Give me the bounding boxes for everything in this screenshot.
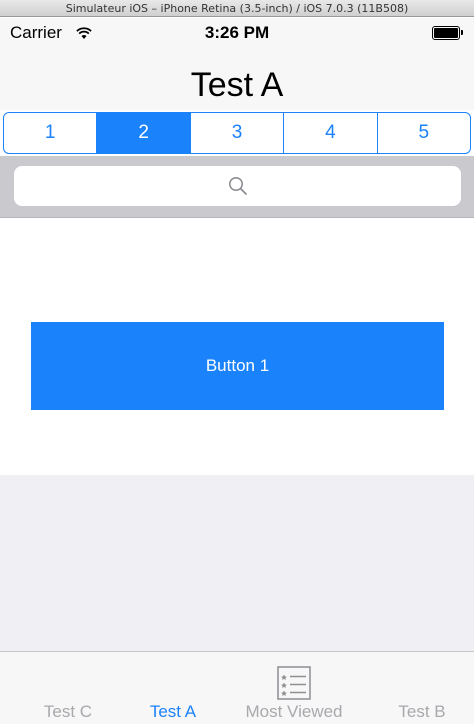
battery-icon xyxy=(432,26,463,40)
tab-test-c[interactable]: Test C xyxy=(8,652,128,724)
segment-5[interactable]: 5 xyxy=(378,113,470,153)
tab-label: Test A xyxy=(149,702,197,721)
navigation-bar: Test A xyxy=(0,48,474,110)
button-1[interactable]: Button 1 xyxy=(31,322,444,410)
tab-label: Test B xyxy=(398,702,446,721)
page-title: Test A xyxy=(190,66,284,104)
status-bar: Carrier 3:26 PM xyxy=(0,18,474,48)
search-bar xyxy=(0,156,474,218)
tab-most-viewed[interactable]: Most Viewed xyxy=(228,652,360,724)
segment-1[interactable]: 1 xyxy=(4,113,98,153)
simulator-window-title: Simulateur iOS – iPhone Retina (3.5-inch… xyxy=(0,0,474,17)
search-icon xyxy=(228,177,247,195)
tab-bar: Test C Test A Most Viewed Test B xyxy=(0,651,474,724)
segmented-control[interactable]: 1 2 3 4 5 xyxy=(3,112,471,154)
segment-2[interactable]: 2 xyxy=(97,113,191,153)
tab-label: Test C xyxy=(43,702,93,721)
tab-test-b[interactable]: Test B xyxy=(366,652,474,724)
segment-3[interactable]: 3 xyxy=(191,113,285,153)
list-icon xyxy=(277,666,311,700)
segment-4[interactable]: 4 xyxy=(284,113,378,153)
tab-label: Most Viewed xyxy=(245,702,343,721)
status-time: 3:26 PM xyxy=(204,23,270,42)
empty-background xyxy=(0,475,474,651)
search-input[interactable] xyxy=(14,166,461,206)
content-area: Button 1 xyxy=(0,219,474,475)
tab-test-a[interactable]: Test A xyxy=(118,652,228,724)
